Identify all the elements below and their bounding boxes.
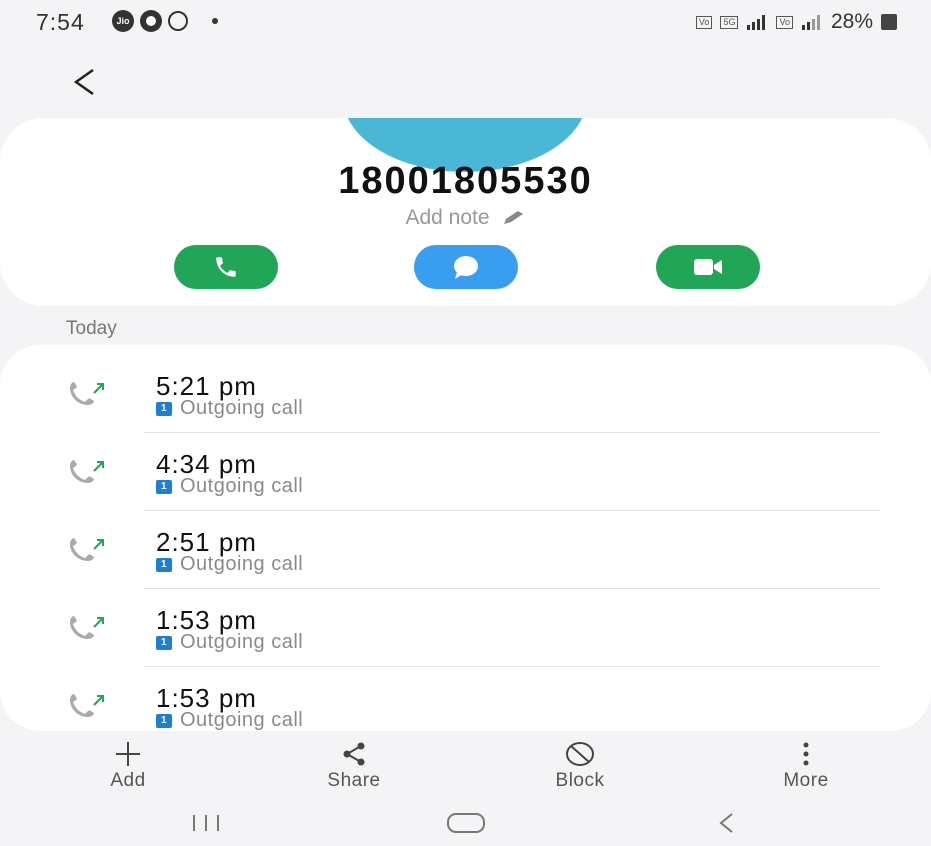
call-type: 1 Outgoing call <box>156 475 303 498</box>
call-log-item[interactable]: 2:51 pm 1 Outgoing call <box>0 511 931 589</box>
home-button[interactable] <box>436 806 496 840</box>
signal-icon <box>747 15 766 30</box>
sim1-icon: 1 <box>156 713 172 728</box>
outgoing-call-icon <box>70 382 104 405</box>
call-button[interactable] <box>174 245 278 289</box>
add-note-label: Add note <box>405 206 490 229</box>
volte2-icon: Vo <box>776 15 793 29</box>
section-title-today: Today <box>66 318 117 339</box>
status-time: 7:54 <box>36 9 85 35</box>
recent-apps-icon <box>193 815 219 831</box>
more-label: More <box>783 770 829 791</box>
phone-number: 18001805530 <box>338 160 593 202</box>
record-icon <box>140 10 162 32</box>
status-right: Vo 5G Vo 28% <box>695 10 897 34</box>
call-type: 1 Outgoing call <box>156 553 303 576</box>
sim1-icon: 1 <box>156 557 172 572</box>
message-button[interactable] <box>414 245 518 289</box>
block-icon <box>566 742 594 766</box>
message-icon <box>454 256 478 279</box>
block-button[interactable]: Block <box>520 740 640 792</box>
add-button[interactable]: Add <box>68 740 188 792</box>
video-icon <box>694 259 722 275</box>
nav-back-button[interactable] <box>696 806 756 840</box>
back-button[interactable] <box>64 62 104 102</box>
phone-icon <box>216 257 236 277</box>
call-log-item[interactable]: 1:53 pm 1 Outgoing call <box>0 589 931 667</box>
outgoing-call-icon <box>70 460 104 483</box>
5g-icon: 5G <box>720 15 739 29</box>
add-label: Add <box>110 770 146 791</box>
more-button[interactable]: More <box>746 740 866 792</box>
jio-icon: Jio <box>112 10 134 32</box>
share-icon <box>343 742 365 766</box>
call-log-item[interactable]: 4:34 pm 1 Outgoing call <box>0 433 931 511</box>
back-arrow-icon <box>73 68 94 96</box>
volte-icon: Vo <box>695 15 713 29</box>
system-navigation-bar <box>0 800 931 846</box>
sim1-icon: 1 <box>156 635 172 650</box>
whatsapp-icon <box>168 11 188 31</box>
battery-icon <box>881 14 897 30</box>
recent-apps-button[interactable] <box>176 806 236 840</box>
outgoing-call-icon <box>70 538 104 561</box>
notification-icons: Jio <box>112 10 218 32</box>
home-icon <box>447 813 485 833</box>
more-notifications-dot <box>212 18 218 24</box>
video-call-button[interactable] <box>656 245 760 289</box>
pencil-icon <box>503 211 523 224</box>
call-type: 1 Outgoing call <box>156 709 303 731</box>
block-label: Block <box>555 770 605 791</box>
call-type: 1 Outgoing call <box>156 631 303 654</box>
battery-percent: 28% <box>830 10 873 33</box>
signal2-icon <box>801 15 820 30</box>
outgoing-call-icon <box>70 694 104 717</box>
bottom-action-bar: Add Share Block More <box>0 740 931 796</box>
more-vertical-icon <box>803 742 809 766</box>
sim1-icon: 1 <box>156 479 172 494</box>
nav-back-icon <box>719 813 733 833</box>
plus-icon <box>116 742 140 766</box>
share-button[interactable]: Share <box>294 740 414 792</box>
call-log-item[interactable]: 1:53 pm 1 Outgoing call <box>0 667 931 731</box>
add-note-button[interactable]: Add note <box>0 206 931 230</box>
outgoing-call-icon <box>70 616 104 639</box>
contact-card: 18001805530 Add note <box>0 118 931 306</box>
share-label: Share <box>327 770 381 791</box>
status-bar: 7:54 Jio Vo 5G Vo 28% <box>0 0 931 48</box>
call-type: 1 Outgoing call <box>156 397 303 420</box>
call-log-list: 5:21 pm 1 Outgoing call 4:34 pm 1 Outgoing… <box>0 345 931 731</box>
sim1-icon: 1 <box>156 401 172 416</box>
call-log-item[interactable]: 5:21 pm 1 Outgoing call <box>0 355 931 433</box>
